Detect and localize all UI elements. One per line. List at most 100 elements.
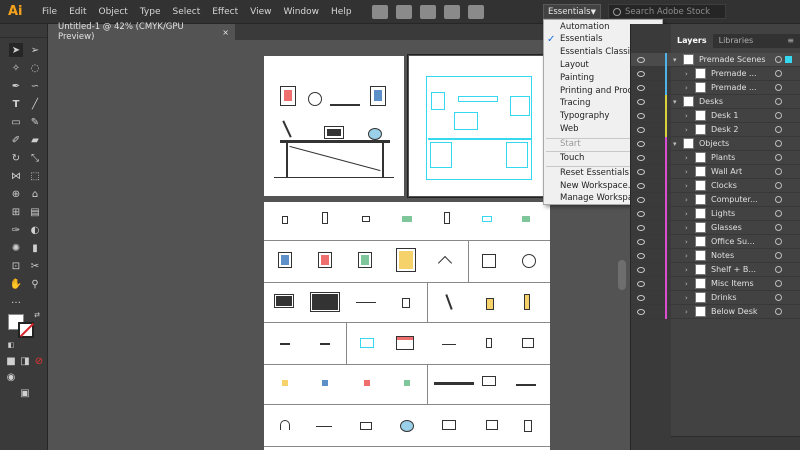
layer-row[interactable]: › Clocks — [631, 178, 800, 193]
slice-tool-icon[interactable]: ✂ — [28, 259, 42, 273]
chevron-down-icon[interactable]: ▾ — [673, 98, 677, 106]
tab-libraries[interactable]: Libraries — [713, 34, 760, 48]
visibility-eye-icon[interactable] — [637, 112, 645, 119]
layer-name[interactable]: Office Su... — [711, 237, 755, 246]
layer-target-icon[interactable] — [775, 182, 782, 189]
layer-name[interactable]: Premade ... — [711, 69, 757, 78]
layer-row[interactable]: › Wall Art — [631, 164, 800, 179]
layer-target-icon[interactable] — [775, 252, 782, 259]
close-icon[interactable]: × — [222, 28, 229, 37]
shape-builder-tool-icon[interactable]: ⊕ — [9, 187, 23, 201]
chevron-right-icon[interactable]: › — [685, 294, 688, 302]
artboard-desk-scene-1[interactable] — [264, 56, 404, 196]
layer-target-icon[interactable] — [775, 70, 782, 77]
workspace-menu-item-reset[interactable]: Reset Essentials — [560, 168, 629, 180]
stock-search-input[interactable]: Search Adobe Stock — [608, 4, 726, 19]
symbol-sprayer-tool-icon[interactable]: ✺ — [9, 241, 23, 255]
screen-mode-icon[interactable]: ▣ — [18, 386, 32, 400]
layer-row[interactable]: › Glasses — [631, 220, 800, 235]
layer-name[interactable]: Plants — [711, 153, 735, 162]
visibility-eye-icon[interactable] — [637, 252, 645, 259]
layer-name[interactable]: Desk 2 — [711, 125, 739, 134]
tab-layers[interactable]: Layers — [671, 34, 713, 48]
layer-target-icon[interactable] — [775, 280, 782, 287]
visibility-eye-icon[interactable] — [637, 154, 645, 161]
chevron-right-icon[interactable]: › — [685, 182, 688, 190]
swap-fill-stroke-icon[interactable]: ⇄ — [30, 308, 44, 322]
layer-name[interactable]: Drinks — [711, 293, 737, 302]
visibility-eye-icon[interactable] — [637, 238, 645, 245]
layer-name[interactable]: Objects — [699, 139, 729, 148]
layer-row[interactable]: › Drinks — [631, 290, 800, 305]
chevron-right-icon[interactable]: › — [685, 168, 688, 176]
layer-target-icon[interactable] — [775, 140, 782, 147]
layer-target-icon[interactable] — [775, 294, 782, 301]
layer-target-icon[interactable] — [775, 210, 782, 217]
chevron-right-icon[interactable]: › — [685, 196, 688, 204]
visibility-eye-icon[interactable] — [637, 98, 645, 105]
visibility-eye-icon[interactable] — [637, 182, 645, 189]
chevron-right-icon[interactable]: › — [685, 210, 688, 218]
shaper-tool-icon[interactable]: ✐ — [9, 133, 23, 147]
chevron-right-icon[interactable]: › — [685, 126, 688, 134]
eraser-tool-icon[interactable]: ▰ — [28, 133, 42, 147]
chevron-right-icon[interactable]: › — [685, 280, 688, 288]
perspective-grid-tool-icon[interactable]: ⌂ — [28, 187, 42, 201]
workspace-menu-item-touch[interactable]: Touch — [560, 153, 584, 165]
chevron-right-icon[interactable]: › — [685, 154, 688, 162]
artboard-tool-icon[interactable]: ⊡ — [9, 259, 23, 273]
layer-row[interactable]: › Office Su... — [631, 234, 800, 249]
layer-name[interactable]: Computer... — [711, 195, 758, 204]
layer-row[interactable]: › Desk 1 — [631, 108, 800, 123]
chevron-right-icon[interactable]: › — [685, 238, 688, 246]
layer-row[interactable]: › Premade ... — [631, 80, 800, 95]
layer-name[interactable]: Premade ... — [711, 83, 757, 92]
paintbrush-tool-icon[interactable]: ✎ — [28, 115, 42, 129]
chevron-right-icon[interactable]: › — [685, 70, 688, 78]
visibility-eye-icon[interactable] — [637, 168, 645, 175]
hand-tool-icon[interactable]: ✋ — [9, 277, 23, 291]
menu-edit[interactable]: Edit — [63, 7, 92, 17]
workspace-menu-item-automation[interactable]: Automation — [560, 22, 610, 34]
mesh-tool-icon[interactable]: ⊞ — [9, 205, 23, 219]
stock-icon[interactable] — [395, 4, 412, 19]
layer-name[interactable]: Notes — [711, 251, 734, 260]
layer-row[interactable]: › Below Desk — [631, 304, 800, 319]
layer-name[interactable]: Below Desk — [711, 307, 758, 316]
column-graph-tool-icon[interactable]: ▮ — [28, 241, 42, 255]
menu-object[interactable]: Object — [93, 7, 134, 17]
gpu-performance-icon[interactable] — [443, 4, 460, 19]
visibility-eye-icon[interactable] — [637, 308, 645, 315]
layer-name[interactable]: Misc Items — [711, 279, 754, 288]
pen-tool-icon[interactable]: ✒ — [9, 79, 23, 93]
type-tool-icon[interactable]: T — [9, 97, 23, 111]
selection-tool-icon[interactable]: ➤ — [9, 43, 23, 57]
visibility-eye-icon[interactable] — [637, 266, 645, 273]
layer-name[interactable]: Wall Art — [711, 167, 742, 176]
gradient-tool-icon[interactable]: ▤ — [28, 205, 42, 219]
none-mode-icon[interactable]: ⊘ — [32, 354, 46, 368]
layer-target-icon[interactable] — [775, 84, 782, 91]
layer-target-icon[interactable] — [775, 98, 782, 105]
bridge-icon[interactable] — [371, 4, 388, 19]
menu-type[interactable]: Type — [134, 7, 167, 17]
panel-menu-icon[interactable]: ≡ — [787, 36, 794, 45]
layer-row[interactable]: › Premade ... — [631, 66, 800, 81]
layer-name[interactable]: Desk 1 — [711, 111, 739, 120]
layer-target-icon[interactable] — [775, 112, 782, 119]
tools-panel-grip[interactable] — [0, 24, 47, 38]
magic-wand-tool-icon[interactable]: ✧ — [9, 61, 23, 75]
workspace-menu-item-new[interactable]: New Workspace... — [560, 181, 636, 193]
edit-toolbar-icon[interactable]: … — [9, 293, 23, 307]
workspace-menu-item-tracing[interactable]: Tracing — [560, 98, 590, 110]
layer-target-icon[interactable] — [775, 56, 782, 63]
visibility-eye-icon[interactable] — [637, 210, 645, 217]
color-mode-icon[interactable]: ■ — [4, 354, 18, 368]
workspace-menu-item-painting[interactable]: Painting — [560, 73, 594, 85]
line-tool-icon[interactable]: ╱ — [28, 97, 42, 111]
visibility-eye-icon[interactable] — [637, 140, 645, 147]
eyedropper-tool-icon[interactable]: ✑ — [9, 223, 23, 237]
layer-row[interactable]: › Lights — [631, 206, 800, 221]
draw-mode-icon[interactable]: ◉ — [4, 370, 18, 384]
chevron-down-icon[interactable]: ▾ — [673, 56, 677, 64]
